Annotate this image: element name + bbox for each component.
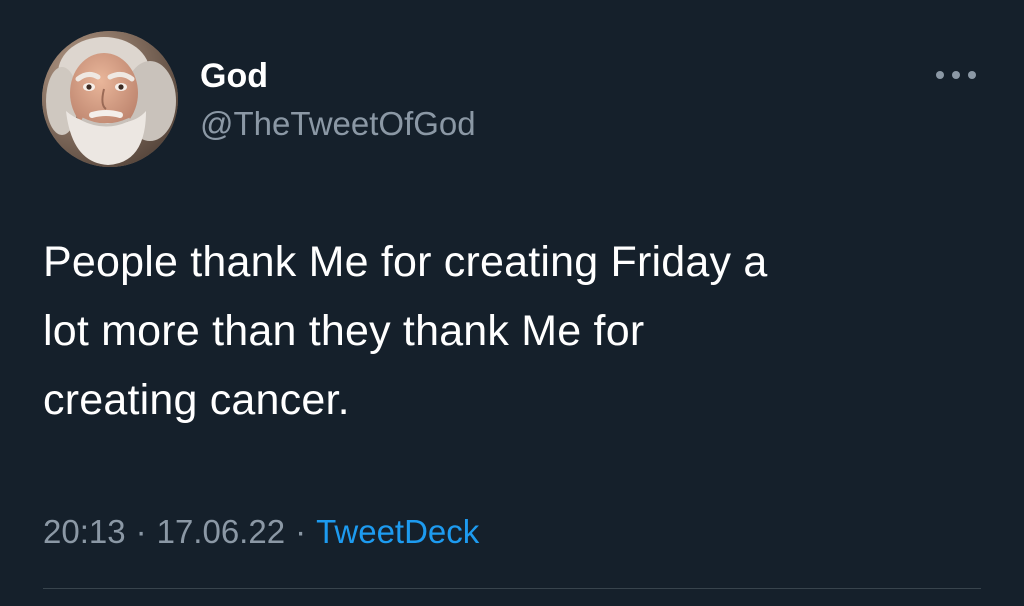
- author-display-name[interactable]: God: [200, 56, 268, 96]
- author-handle[interactable]: @TheTweetOfGod: [200, 104, 476, 144]
- bearded-man-avatar-icon: [42, 31, 178, 167]
- tweet-meta: 20:13 · 17.06.22 · TweetDeck: [43, 512, 479, 552]
- tweet-time[interactable]: 20:13: [43, 513, 126, 550]
- more-horizontal-icon: [936, 71, 976, 79]
- tweet-source-link[interactable]: TweetDeck: [316, 513, 479, 550]
- tweet-text-line: lot more than they thank Me for: [43, 307, 645, 355]
- meta-separator: ·: [135, 513, 147, 550]
- tweet-text-line: creating cancer.: [43, 376, 350, 424]
- tweet-text: People thank Me for creating Friday a lo…: [43, 228, 1003, 435]
- more-options-button[interactable]: [930, 60, 982, 90]
- tweet-card: God @TheTweetOfGod People thank Me for c…: [0, 0, 1024, 606]
- tweet-text-line: People thank Me for creating Friday a: [43, 238, 768, 286]
- tweet-date[interactable]: 17.06.22: [157, 513, 285, 550]
- divider: [43, 588, 981, 589]
- author-avatar[interactable]: [42, 31, 178, 167]
- meta-separator: ·: [295, 513, 307, 550]
